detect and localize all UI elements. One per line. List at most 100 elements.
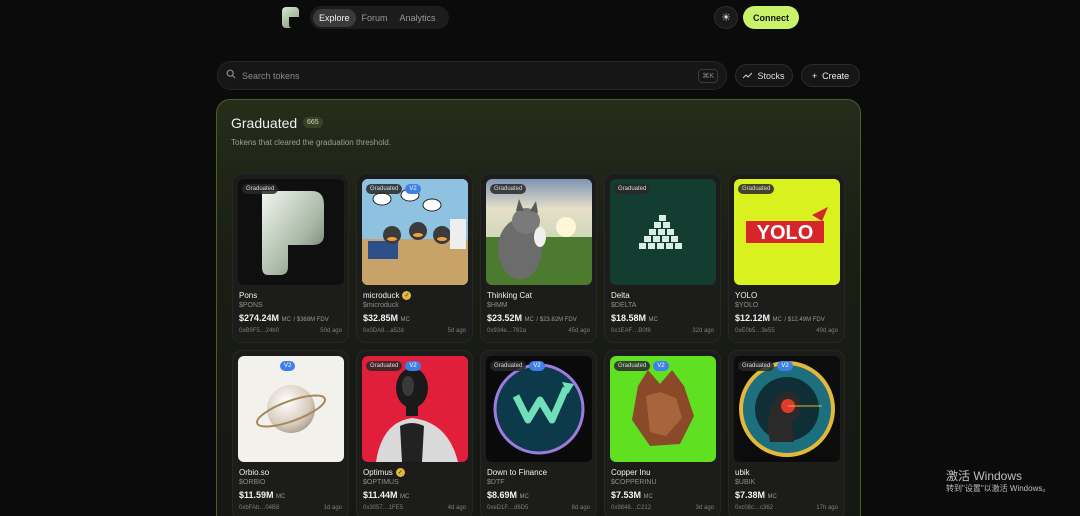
token-age: 5d ago — [447, 328, 466, 334]
token-name: YOLO — [735, 291, 758, 300]
token-ticker: $HMM — [487, 302, 508, 309]
token-image-yolo: YOLO — [734, 179, 840, 285]
graduated-badge: Graduated — [490, 184, 527, 194]
token-name: ubik — [735, 468, 750, 477]
token-address[interactable]: 0x9848…C212 — [611, 505, 651, 511]
token-address[interactable]: 0xc08c…c362 — [735, 505, 773, 511]
token-name: Delta — [611, 291, 630, 300]
v2-badge: V2 — [529, 361, 545, 371]
token-market-cap: $23.52M MC / $23.82M FDV — [487, 313, 577, 323]
token-card-microduck[interactable]: Graduated V2 microduck ✓ $microduck $32.85… — [356, 173, 473, 343]
sun-icon: ☀ — [721, 12, 731, 24]
token-card-down-to-finance[interactable]: Graduated V2 Down to Finance $DTF $8.69M … — [480, 350, 597, 516]
token-age: 3d ago — [695, 505, 714, 511]
verified-icon: ✓ — [395, 468, 405, 477]
stocks-label: Stocks — [757, 70, 785, 81]
graduated-badge: Graduated — [738, 184, 775, 194]
section-subtitle: Tokens that cleared the graduation thres… — [231, 138, 392, 147]
token-address[interactable]: 0x0DA8…a52d — [363, 328, 404, 334]
windows-activation-subtitle: 转到"设置"以激活 Windows。 — [946, 484, 1051, 493]
token-image-thinking-cat — [486, 179, 592, 285]
token-name: Pons — [239, 291, 258, 300]
v2-badge: V2 — [653, 361, 669, 371]
stocks-button[interactable]: Stocks — [735, 64, 793, 87]
plus-icon: + — [811, 70, 818, 81]
token-card-yolo[interactable]: YOLO Graduated YOLO $YOLO $12.12M MC / $… — [728, 173, 845, 343]
section-count-badge: 665 — [303, 117, 323, 128]
graduated-badge: Graduated — [242, 184, 279, 194]
graduated-badge: Graduated — [614, 184, 651, 194]
token-address[interactable]: 0x1EAF…B0f8 — [611, 328, 651, 334]
search-shortcut-hint: ⌘K — [698, 68, 718, 83]
connect-wallet-button[interactable]: Connect — [743, 6, 799, 29]
token-market-cap: $8.69M MC — [487, 490, 529, 500]
token-address[interactable]: 0xE0b5…3e55 — [735, 328, 775, 334]
create-label: Create — [822, 70, 850, 81]
token-market-cap: $7.53M MC — [611, 490, 653, 500]
tab-explore[interactable]: Explore — [313, 8, 356, 27]
token-ticker: $PONS — [239, 302, 263, 309]
token-age: 32d ago — [692, 328, 714, 334]
verified-icon: ✓ — [402, 291, 412, 300]
token-card-copper-inu[interactable]: Graduated V2 Copper Inu $COPPERINU $7.53M… — [604, 350, 721, 516]
graduated-badge: Graduated — [366, 361, 403, 371]
token-age: 4d ago — [447, 505, 466, 511]
token-image-ubik — [734, 356, 840, 462]
token-image-optimus — [362, 356, 468, 462]
token-ticker: $DELTA — [611, 302, 637, 309]
token-image-copper-inu — [610, 356, 716, 462]
v2-badge: V2 — [777, 361, 793, 371]
theme-toggle-button[interactable]: ☀ — [714, 6, 738, 29]
token-image-pons — [238, 179, 344, 285]
app-logo[interactable] — [282, 7, 299, 28]
graduated-badge: Graduated — [738, 361, 775, 371]
v2-badge: V2 — [280, 361, 296, 371]
token-address[interactable]: 0x3057…1FE5 — [363, 505, 403, 511]
trending-icon — [743, 71, 753, 81]
token-market-cap: $12.12M MC / $12.49M FDV — [735, 313, 825, 323]
token-ticker: $DTF — [487, 479, 505, 486]
token-ticker: $microduck — [363, 302, 399, 309]
token-age: 45d ago — [568, 328, 590, 334]
token-image-delta — [610, 179, 716, 285]
search-bar[interactable]: Search tokens ⌘K — [217, 61, 727, 90]
token-card-pons[interactable]: Graduated Pons $PONS $274.24M MC / $368M… — [232, 173, 349, 343]
token-ticker: $OPTIMUS — [363, 479, 399, 486]
token-ticker: $ORBIO — [239, 479, 266, 486]
main-nav: Explore Forum Analytics — [310, 6, 449, 29]
token-ticker: $YOLO — [735, 302, 759, 309]
search-input[interactable]: Search tokens — [242, 71, 698, 81]
token-image-microduck — [362, 179, 468, 285]
token-age: 17h ago — [816, 505, 838, 511]
token-market-cap: $274.24M MC / $368M FDV — [239, 313, 329, 323]
create-button[interactable]: + Create — [801, 64, 860, 87]
token-name: Down to Finance — [487, 468, 548, 477]
token-age: 50d ago — [320, 328, 342, 334]
tab-forum[interactable]: Forum — [356, 9, 394, 27]
token-card-optimus[interactable]: Graduated V2 Optimus ✓ $OPTIMUS $11.44M MC… — [356, 350, 473, 516]
token-address[interactable]: 0x934e…782a — [487, 328, 526, 334]
graduated-badge: Graduated — [614, 361, 651, 371]
token-name: microduck ✓ — [363, 291, 412, 300]
graduated-badge: Graduated — [490, 361, 527, 371]
token-address[interactable]: 0xB9F5…24b0 — [239, 328, 279, 334]
token-market-cap: $11.44M MC — [363, 490, 410, 500]
token-image-orbio — [238, 356, 344, 462]
graduated-badge: Graduated — [366, 184, 403, 194]
token-card-ubik[interactable]: Graduated V2 ubik $UBIK $7.38M MC 0xc08c…… — [728, 350, 845, 516]
token-card-thinking-cat[interactable]: Graduated Thinking Cat $HMM $23.52M MC /… — [480, 173, 597, 343]
token-ticker: $UBIK — [735, 479, 756, 486]
v2-badge: V2 — [405, 361, 421, 371]
token-address[interactable]: 0xeD1F…d6D5 — [487, 505, 528, 511]
token-name: Thinking Cat — [487, 291, 532, 300]
token-age: 8d ago — [571, 505, 590, 511]
token-market-cap: $32.85M MC — [363, 313, 410, 323]
token-card-orbio[interactable]: V2 Orbio.so $ORBIO $11.59M MC 0xbFAb…04B… — [232, 350, 349, 516]
tab-analytics[interactable]: Analytics — [394, 9, 442, 27]
token-address[interactable]: 0xbFAb…04B8 — [239, 505, 279, 511]
token-market-cap: $11.59M MC — [239, 490, 286, 500]
token-name: Orbio.so — [239, 468, 270, 477]
token-card-delta[interactable]: Graduated Delta $DELTA $18.58M MC 0x1EAF… — [604, 173, 721, 343]
token-ticker: $COPPERINU — [611, 479, 657, 486]
yolo-logo-text: YOLO — [757, 222, 814, 244]
